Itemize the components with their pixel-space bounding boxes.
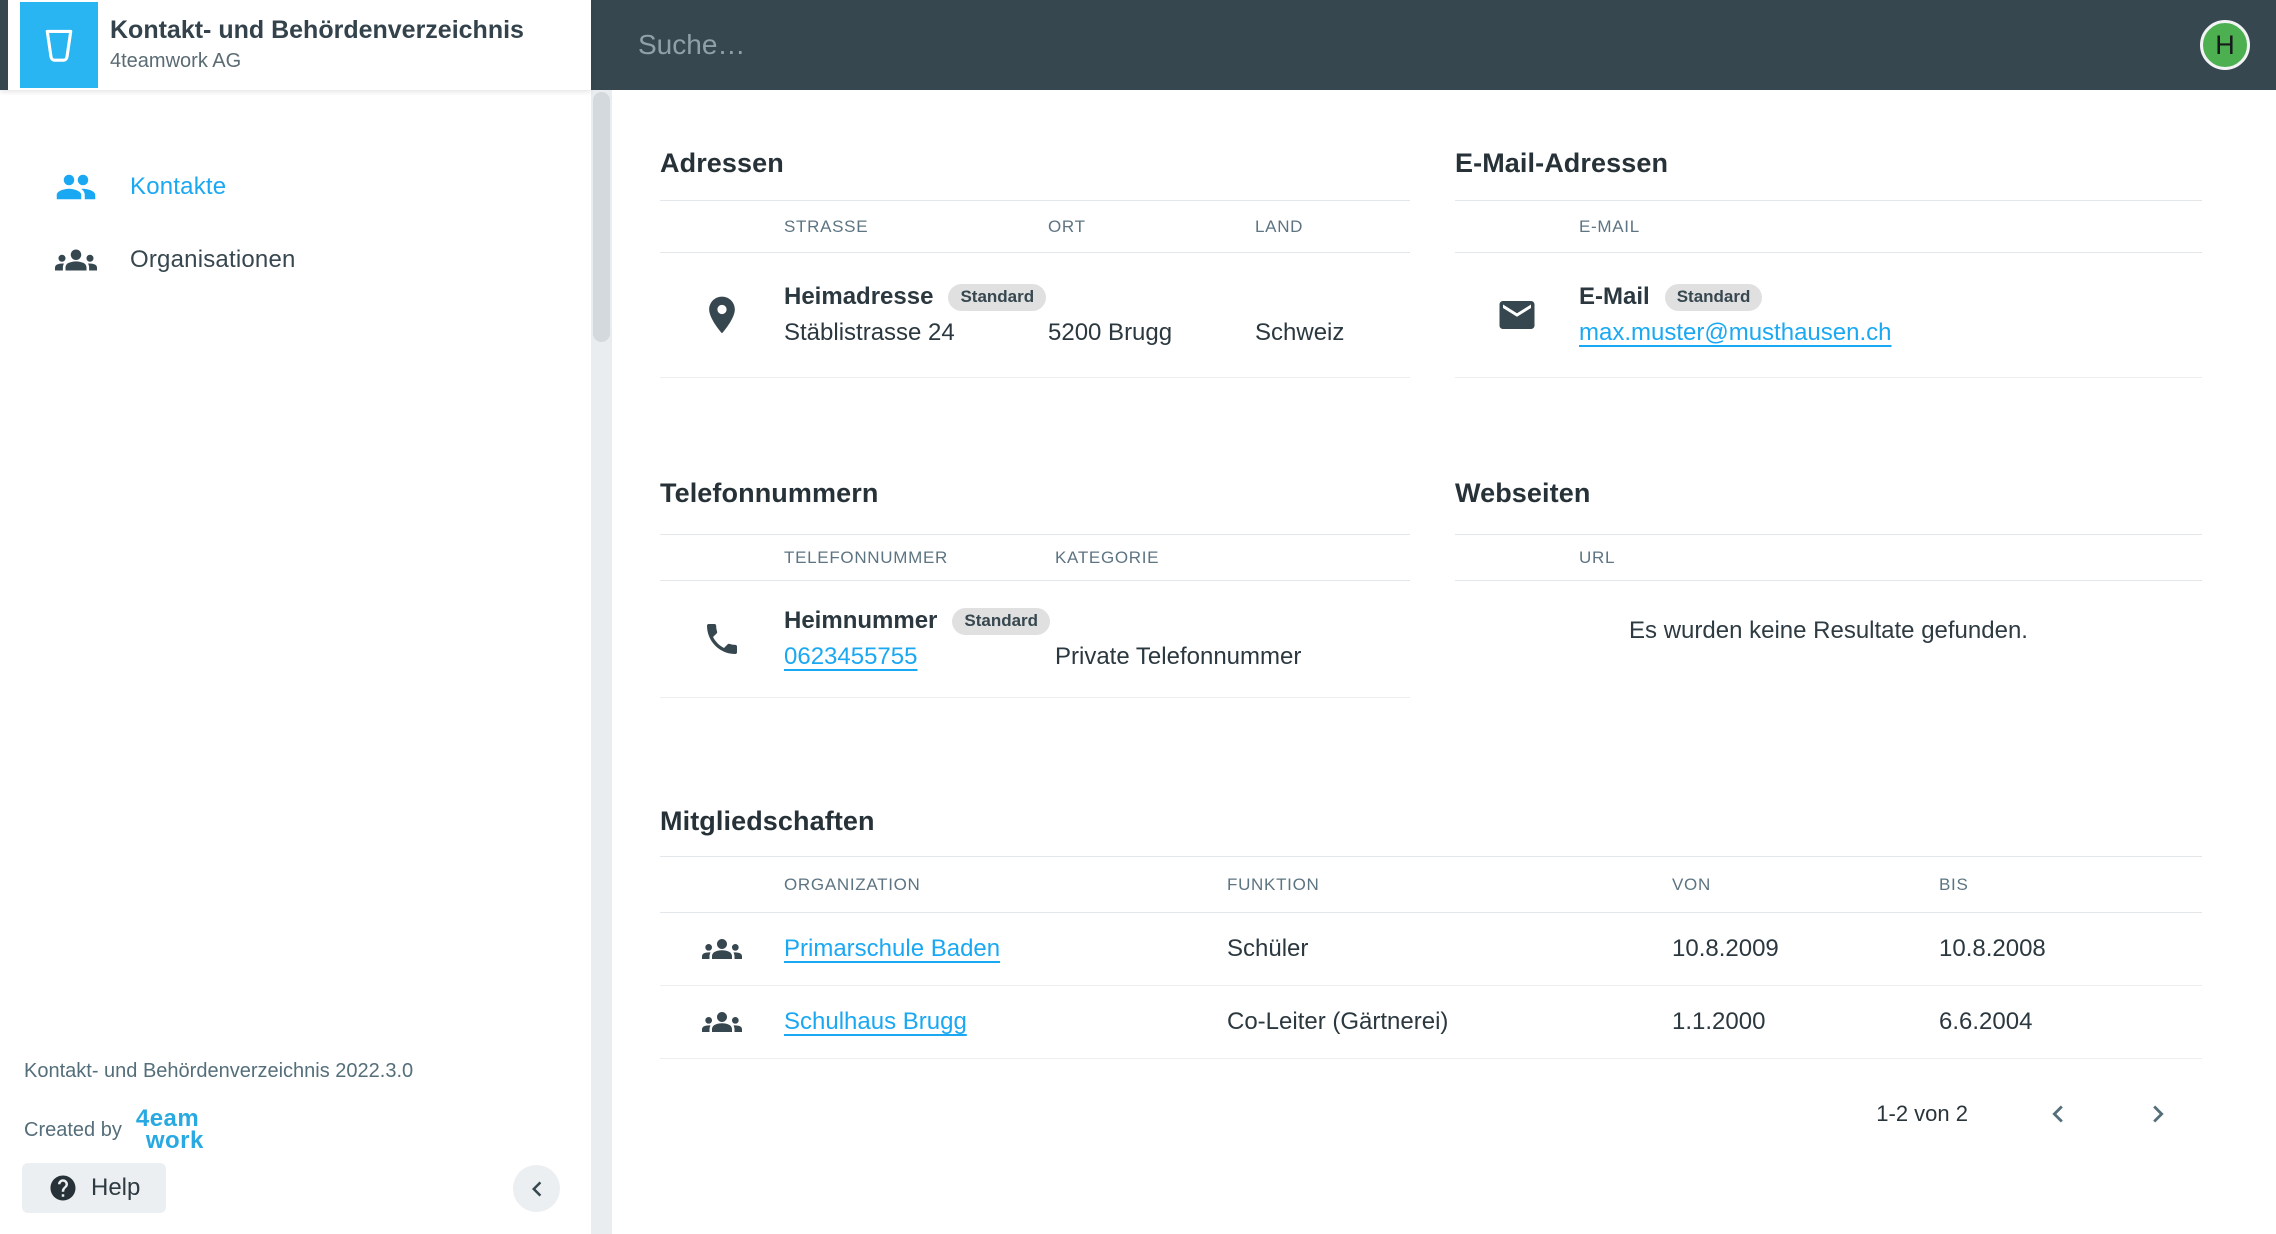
- address-ort: 5200 Brugg: [1048, 319, 1255, 347]
- section-title: E-Mail-Adressen: [1455, 147, 2202, 180]
- chevron-right-icon: [2141, 1097, 2175, 1131]
- scrollbar-thumb[interactable]: [593, 92, 610, 342]
- topbar: H: [591, 0, 2276, 90]
- organization-link[interactable]: Primarschule Baden: [784, 935, 1000, 963]
- email-address-link[interactable]: max.muster@musthausen.ch: [1579, 319, 1891, 347]
- chevron-left-icon: [2041, 1097, 2075, 1131]
- column-header-kategorie: KATEGORIE: [1055, 548, 1410, 568]
- brand-line2: work: [146, 1130, 204, 1152]
- groups-icon: [702, 929, 742, 969]
- column-header-url: URL: [1579, 548, 2202, 568]
- sidebar-collapse-button[interactable]: [513, 1165, 560, 1212]
- column-header-bis: BIS: [1939, 875, 2202, 895]
- address-label: Heimadresse: [784, 283, 933, 311]
- app-title: Kontakt- und Behördenverzeichnis: [110, 16, 524, 45]
- app-screen: H Kontakt- und Behördenverzeichnis 4team…: [0, 0, 2276, 1234]
- sidebar-item-kontakte[interactable]: Kontakte: [0, 150, 591, 223]
- sidebar-item-label: Kontakte: [130, 173, 226, 201]
- sidebar-nav: Kontakte Organisationen: [0, 150, 591, 296]
- table-row: Heimnummer Standard 0623455755 Private T…: [660, 581, 1410, 698]
- created-by-label: Created by: [24, 1119, 122, 1142]
- table-header: ORGANIZATION FUNKTION VON BIS: [660, 856, 2202, 913]
- pagination: 1-2 von 2: [660, 1090, 2202, 1138]
- membership-row: Schulhaus Brugg Co-Leiter (Gärtnerei) 1.…: [660, 986, 2202, 1059]
- address-strasse: Stäblistrasse 24: [784, 319, 1048, 347]
- address-land: Schweiz: [1255, 319, 1410, 347]
- pagination-next-button[interactable]: [2134, 1090, 2182, 1138]
- section-mitgliedschaften: Mitgliedschaften ORGANIZATION FUNKTION V…: [660, 805, 2202, 1059]
- app-subtitle: 4teamwork AG: [110, 50, 241, 73]
- section-title: Webseiten: [1455, 477, 2202, 510]
- window-edge-strip: [0, 0, 8, 90]
- table-header: TELEFONNUMMER KATEGORIE: [660, 534, 1410, 581]
- section-adressen: Adressen STRASSE ORT LAND Heimadresse St…: [660, 147, 1410, 378]
- email-label: E-Mail: [1579, 283, 1650, 311]
- user-avatar[interactable]: H: [2200, 20, 2250, 70]
- people-icon: [55, 166, 97, 208]
- column-header-land: LAND: [1255, 217, 1410, 237]
- chevron-left-icon: [522, 1174, 552, 1204]
- column-header-email: E-MAIL: [1579, 217, 2202, 237]
- table-header: E-MAIL: [1455, 200, 2202, 253]
- help-button[interactable]: Help: [22, 1163, 166, 1213]
- standard-badge: Standard: [948, 284, 1046, 311]
- avatar-initial: H: [2215, 30, 2235, 61]
- section-telefonnummern: Telefonnummern TELEFONNUMMER KATEGORIE H…: [660, 477, 1410, 698]
- location-pin-icon: [700, 293, 744, 337]
- table-header: STRASSE ORT LAND: [660, 200, 1410, 253]
- sidebar-item-label: Organisationen: [130, 246, 296, 274]
- column-header-ort: ORT: [1048, 217, 1255, 237]
- sidebar-header: Kontakt- und Behördenverzeichnis 4teamwo…: [0, 0, 591, 90]
- app-logo[interactable]: [20, 2, 98, 88]
- column-header-telefonnummer: TELEFONNUMMER: [784, 548, 1055, 568]
- sidebar-item-organisationen[interactable]: Organisationen: [0, 223, 591, 296]
- search-input[interactable]: [591, 0, 2276, 90]
- phone-label-line: Heimnummer Standard: [784, 607, 1055, 635]
- column-header-von: VON: [1672, 875, 1939, 895]
- standard-badge: Standard: [952, 608, 1050, 635]
- table-header: URL: [1455, 534, 2202, 581]
- sidebar: Kontakt- und Behördenverzeichnis 4teamwo…: [0, 0, 591, 1234]
- 4teamwork-logo[interactable]: 4eam work: [136, 1108, 204, 1152]
- section-email-adressen: E-Mail-Adressen E-MAIL E-Mail Standard m…: [1455, 147, 2202, 378]
- table-row: Heimadresse Standard Stäblistrasse 24 52…: [660, 253, 1410, 378]
- phone-icon: [702, 619, 742, 659]
- section-webseiten: Webseiten URL Es wurden keine Resultate …: [1455, 477, 2202, 645]
- phone-kategorie: Private Telefonnummer: [1055, 643, 1410, 671]
- pagination-range: 1-2 von 2: [1876, 1101, 1968, 1127]
- table-row: E-Mail Standard max.muster@musthausen.ch: [1455, 253, 2202, 378]
- membership-bis: 6.6.2004: [1939, 1008, 2202, 1036]
- membership-funktion: Co-Leiter (Gärtnerei): [1227, 1008, 1672, 1036]
- section-title: Adressen: [660, 147, 1410, 180]
- created-by-row: Created by 4eam work: [24, 1108, 204, 1152]
- address-label-line: Heimadresse Standard: [784, 283, 1048, 311]
- membership-bis: 10.8.2008: [1939, 935, 2202, 963]
- email-icon: [1496, 294, 1538, 336]
- content-scrollbar: [591, 90, 612, 1234]
- standard-badge: Standard: [1665, 284, 1763, 311]
- email-label-line: E-Mail Standard: [1579, 283, 2202, 311]
- section-title: Mitgliedschaften: [660, 805, 2202, 838]
- main-content: Adressen STRASSE ORT LAND Heimadresse St…: [612, 90, 2276, 1234]
- app-version: Kontakt- und Behördenverzeichnis 2022.3.…: [24, 1060, 564, 1083]
- membership-row: Primarschule Baden Schüler 10.8.2009 10.…: [660, 913, 2202, 986]
- membership-von: 1.1.2000: [1672, 1008, 1939, 1036]
- column-header-organization: ORGANIZATION: [784, 875, 1227, 895]
- help-label: Help: [91, 1174, 140, 1202]
- help-icon: [48, 1173, 78, 1203]
- phone-label: Heimnummer: [784, 607, 937, 635]
- groups-icon: [702, 1002, 742, 1042]
- pagination-prev-button[interactable]: [2034, 1090, 2082, 1138]
- no-results-message: Es wurden keine Resultate gefunden.: [1455, 581, 2202, 645]
- column-header-funktion: FUNKTION: [1227, 875, 1672, 895]
- membership-funktion: Schüler: [1227, 935, 1672, 963]
- phone-number-link[interactable]: 0623455755: [784, 643, 917, 671]
- column-header-strasse: STRASSE: [784, 217, 1048, 237]
- groups-icon: [55, 239, 97, 281]
- organization-link[interactable]: Schulhaus Brugg: [784, 1008, 967, 1036]
- shield-icon: [37, 21, 81, 69]
- membership-von: 10.8.2009: [1672, 935, 1939, 963]
- section-title: Telefonnummern: [660, 477, 1410, 510]
